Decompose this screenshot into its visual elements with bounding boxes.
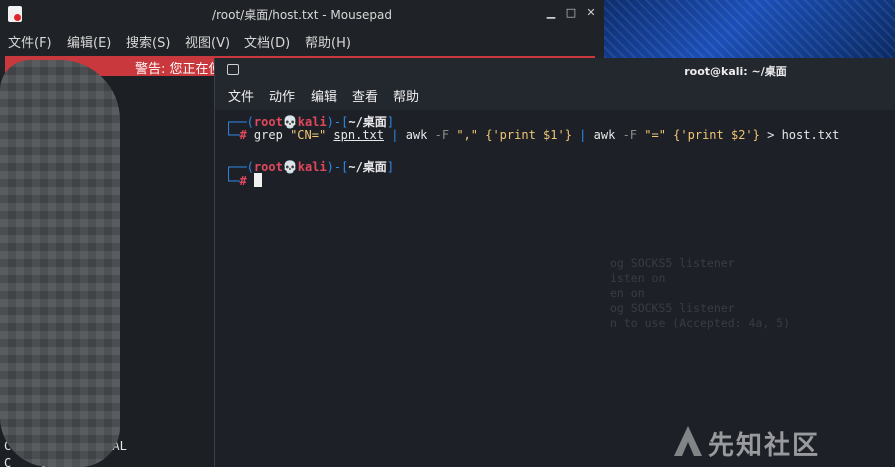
term-menu-action[interactable]: 动作	[269, 86, 295, 105]
cmd-arg-cn: "CN="	[290, 128, 327, 142]
text-cursor	[253, 173, 262, 187]
desktop-background	[604, 0, 895, 58]
cmd-flag-1: -F	[434, 128, 450, 142]
prompt-bottom: └─	[225, 128, 240, 142]
input-line[interactable]: └─#	[225, 173, 262, 188]
prompt-mid: )-[	[326, 115, 349, 129]
minimize-icon[interactable]: ▁	[544, 6, 558, 20]
close-icon[interactable]: ✕	[584, 6, 598, 20]
xianzhi-logo-icon	[674, 426, 702, 456]
prompt-dir: ~/桌面	[348, 115, 387, 129]
term-menu-edit[interactable]: 编辑	[311, 86, 337, 105]
ghost-line: og SOCKS5 listener	[610, 301, 735, 315]
menu-search[interactable]: 搜索(S)	[126, 32, 170, 51]
prompt-host: kali	[297, 160, 327, 174]
prompt-close: ]	[386, 115, 395, 129]
prompt-dir: ~/桌面	[348, 160, 387, 174]
mousepad-menubar: 文件(F) 编辑(E) 搜索(S) 视图(V) 文档(D) 帮助(H)	[0, 28, 604, 54]
cmd-pipe-2: |	[579, 128, 587, 142]
prompt-user: root	[253, 160, 283, 174]
ghost-line: en on	[610, 286, 645, 300]
mousepad-title: /root/桌面/host.txt - Mousepad	[212, 8, 392, 22]
cmd-prog-1: {'print $1'}	[485, 128, 572, 142]
prompt-user: root	[253, 115, 283, 129]
cmd-file-spn: spn.txt	[333, 128, 384, 142]
menu-help[interactable]: 帮助(H)	[305, 32, 351, 51]
ghost-line: og SOCKS5 listener	[610, 256, 735, 270]
prompt-bottom: └─	[225, 174, 240, 188]
prompt-hash: #	[239, 128, 247, 142]
cmd-output-file: host.txt	[781, 128, 840, 142]
menu-document[interactable]: 文档(D)	[244, 32, 290, 51]
menu-view[interactable]: 视图(V)	[185, 32, 230, 51]
terminal-titlebar[interactable]: root@kali: ~/桌面	[215, 58, 895, 82]
command-line: └─# grep "CN=" spn.txt | awk -F "," {'pr…	[225, 128, 839, 142]
cmd-sep-comma: ","	[456, 128, 478, 142]
redaction-blur	[0, 60, 120, 467]
cmd-flag-2: -F	[622, 128, 638, 142]
menu-file[interactable]: 文件(F)	[8, 32, 52, 51]
menu-edit[interactable]: 编辑(E)	[67, 32, 111, 51]
cmd-pipe-1: |	[391, 128, 399, 142]
terminal-output[interactable]: og SOCKS5 listener isten on en on og SOCKS5…	[215, 110, 895, 467]
prompt-close: ]	[386, 160, 395, 174]
cmd-prog-2: {'print $2'}	[673, 128, 760, 142]
prompt-open: ┌──(	[225, 160, 254, 174]
skull-icon: 💀	[282, 115, 298, 129]
prompt-host: kali	[297, 115, 327, 129]
cmd-redirect: >	[767, 128, 775, 142]
term-menu-view[interactable]: 查看	[352, 86, 378, 105]
term-menu-file[interactable]: 文件	[228, 86, 254, 105]
maximize-icon[interactable]: □	[564, 6, 578, 20]
terminal-title: root@kali: ~/桌面	[684, 65, 787, 78]
terminal-window: root@kali: ~/桌面 文件 动作 编辑 查看 帮助 og SOCKS5…	[214, 58, 895, 467]
terminal-menubar: 文件 动作 编辑 查看 帮助	[215, 86, 895, 108]
prompt-mid: )-[	[326, 160, 349, 174]
mousepad-titlebar[interactable]: /root/桌面/host.txt - Mousepad ▁ □ ✕	[0, 0, 604, 28]
cmd-awk-2: awk	[593, 128, 616, 142]
prompt-open: ┌──(	[225, 115, 254, 129]
watermark-text: 先知社区	[708, 431, 821, 461]
ghost-line: n to use (Accepted: 4a, 5)	[610, 316, 791, 330]
prompt-hash: #	[239, 174, 247, 188]
cmd-awk-1: awk	[405, 128, 428, 142]
skull-icon: 💀	[282, 160, 298, 174]
ghost-line: isten on	[610, 271, 666, 285]
cmd-sep-equals: "="	[644, 128, 666, 142]
term-menu-help[interactable]: 帮助	[393, 86, 419, 105]
cmd-grep: grep	[253, 128, 283, 142]
